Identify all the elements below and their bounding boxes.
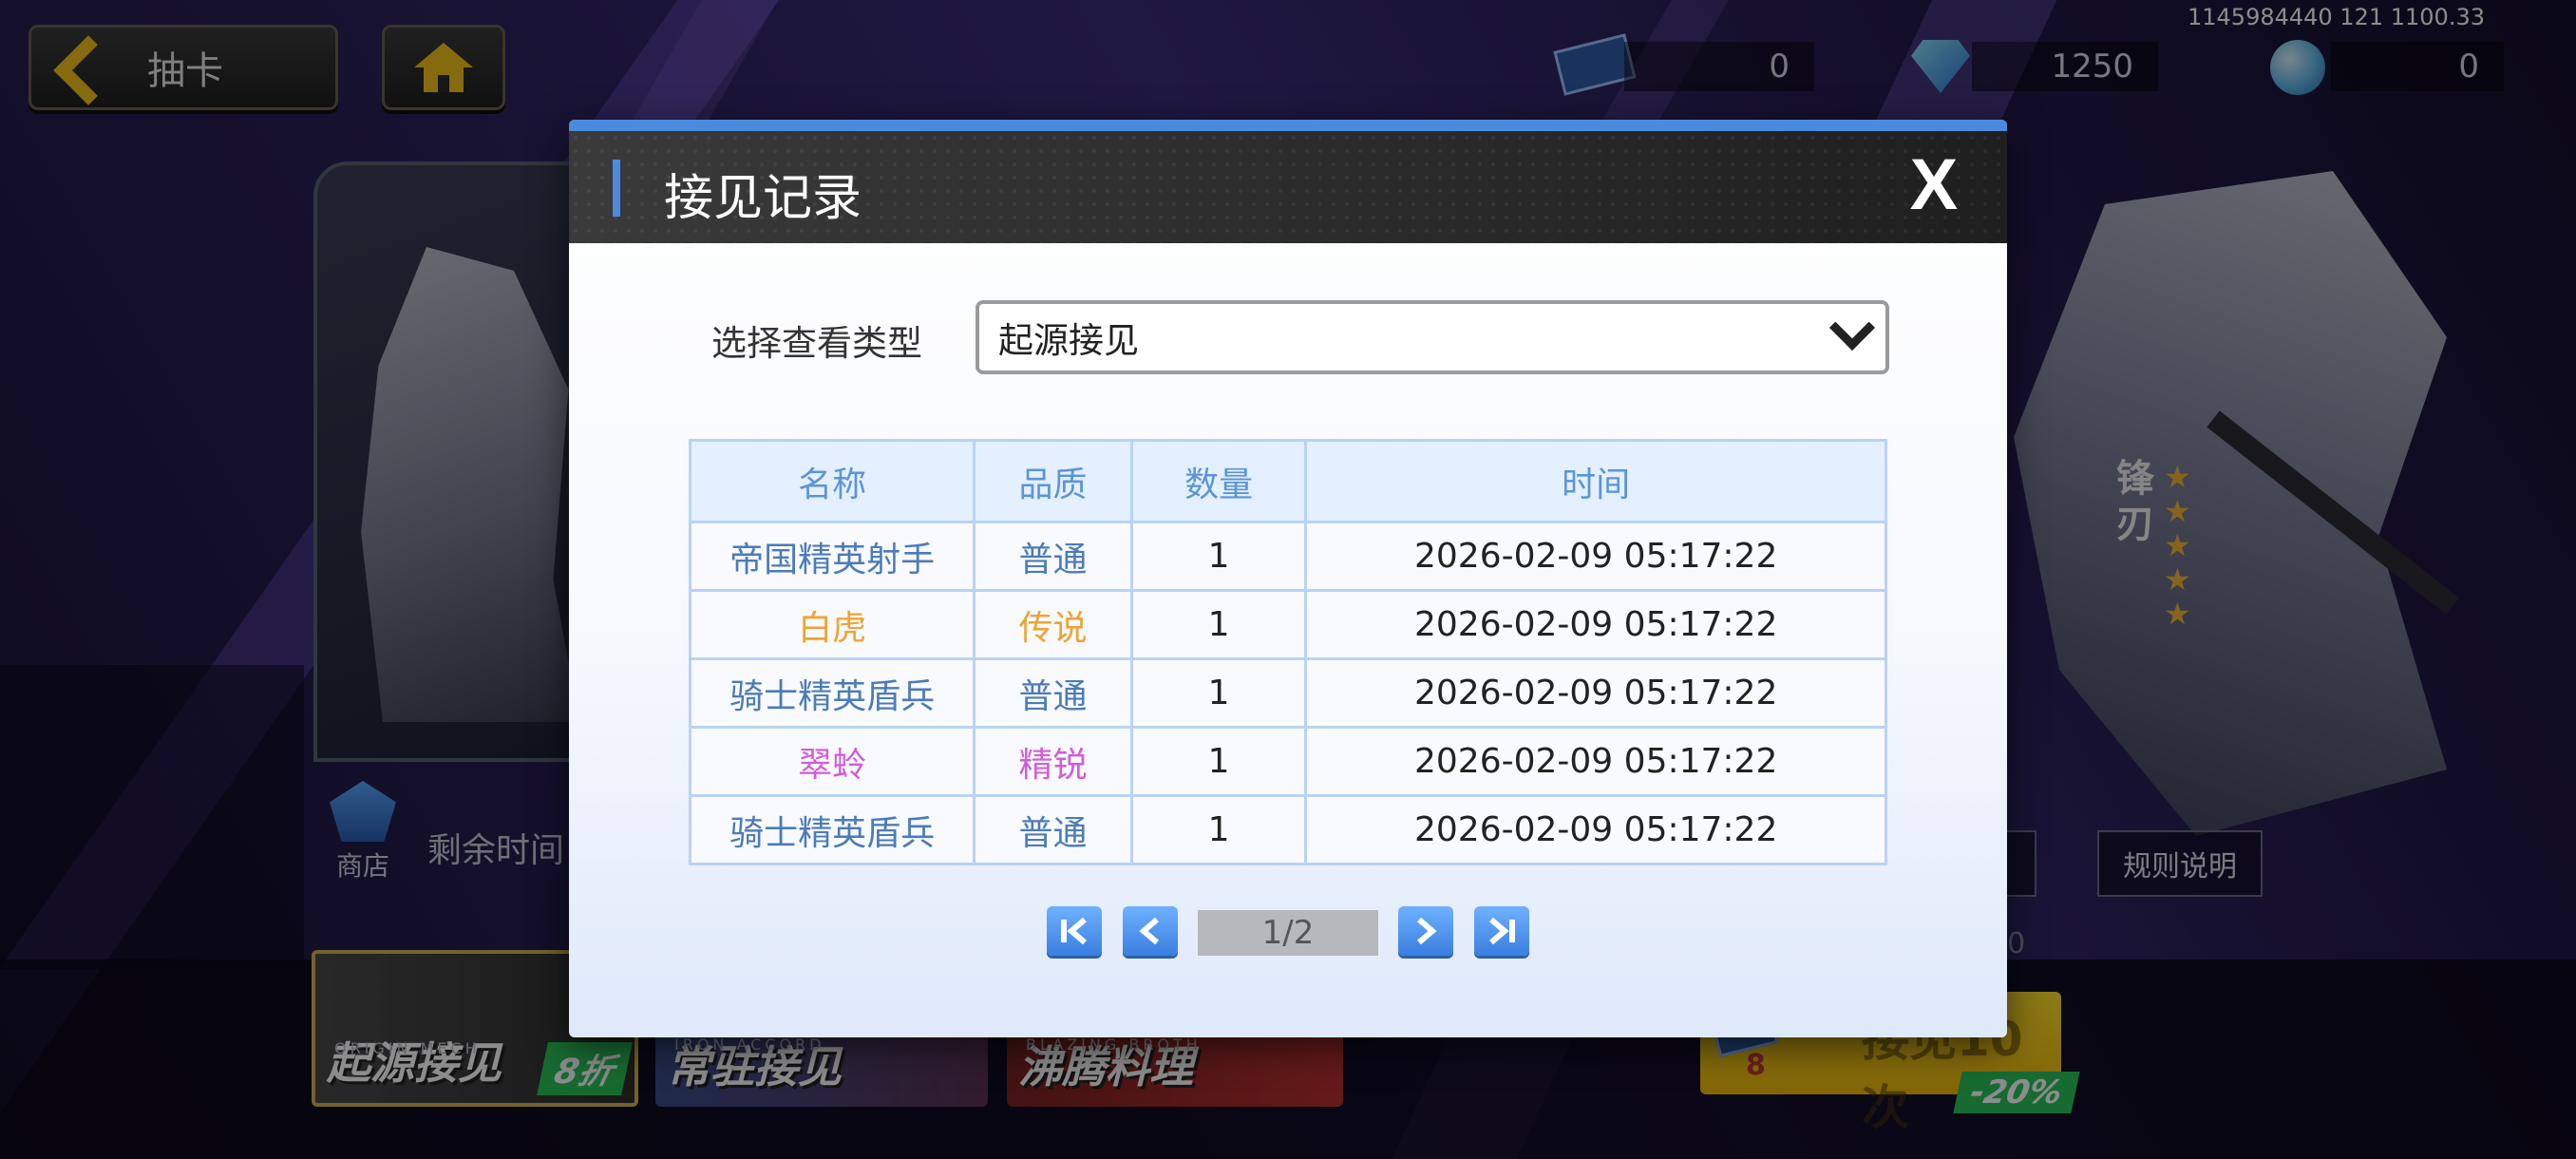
next-page-button[interactable]: [1398, 906, 1453, 956]
table-row: 帝国精英射手 普通 1 2026-02-09 05:17:22: [688, 521, 1887, 592]
cell-name: 白虎: [688, 589, 976, 660]
col-header-quality: 品质: [973, 439, 1133, 523]
cell-name: 骑士精英盾兵: [688, 794, 976, 865]
table-row: 骑士精英盾兵 普通 1 2026-02-09 05:17:22: [688, 794, 1887, 865]
close-button[interactable]: X: [1899, 149, 1969, 221]
cell-quality: 普通: [973, 794, 1133, 865]
last-page-icon: [1489, 917, 1515, 945]
page-indicator: 1/2: [1198, 910, 1378, 956]
col-header-time: 时间: [1304, 439, 1887, 523]
cell-name: 骑士精英盾兵: [688, 657, 976, 729]
cell-time: 2026-02-09 05:17:22: [1304, 521, 1887, 592]
cell-quality: 精锐: [973, 726, 1133, 797]
last-page-button[interactable]: [1474, 906, 1529, 956]
cell-quantity: 1: [1129, 794, 1308, 865]
history-table: 名称 品质 数量 时间 帝国精英射手 普通 1 2026-02-09 05:17…: [688, 439, 1887, 865]
draw-history-dialog: 接见记录 X 选择查看类型 起源接见 名称 品质 数量 时间 帝国精英射手 普通…: [569, 120, 2007, 1037]
cell-quantity: 1: [1129, 589, 1308, 660]
dialog-title: 接见记录: [664, 170, 862, 227]
cell-name: 帝国精英射手: [688, 521, 976, 592]
col-header-name: 名称: [688, 439, 976, 523]
chevron-right-icon: [1417, 917, 1437, 945]
first-page-icon: [1061, 917, 1087, 945]
col-header-quantity: 数量: [1129, 439, 1308, 523]
cell-quantity: 1: [1129, 521, 1308, 592]
cell-time: 2026-02-09 05:17:22: [1304, 589, 1887, 660]
type-select-value: 起源接见: [998, 320, 1139, 361]
dialog-header: 接见记录 X: [569, 120, 2007, 243]
filter-label: 选择查看类型: [711, 323, 922, 364]
chevron-left-icon: [1139, 917, 1159, 945]
prev-page-button[interactable]: [1123, 906, 1178, 956]
cell-quality: 普通: [973, 657, 1133, 729]
type-select-dropdown[interactable]: 起源接见: [975, 300, 1889, 374]
chevron-down-icon: [1828, 304, 1876, 352]
cell-time: 2026-02-09 05:17:22: [1304, 726, 1887, 797]
cell-quality: 传说: [973, 589, 1133, 660]
pagination: 1/2: [569, 906, 2007, 960]
cell-name: 翠蛉: [688, 726, 976, 797]
title-accent-bar: [613, 160, 620, 217]
cell-time: 2026-02-09 05:17:22: [1304, 794, 1887, 865]
cell-quantity: 1: [1129, 657, 1308, 729]
table-row: 翠蛉 精锐 1 2026-02-09 05:17:22: [688, 726, 1887, 797]
cell-time: 2026-02-09 05:17:22: [1304, 657, 1887, 729]
table-row: 白虎 传说 1 2026-02-09 05:17:22: [688, 589, 1887, 660]
cell-quality: 普通: [973, 521, 1133, 592]
cell-quantity: 1: [1129, 726, 1308, 797]
first-page-button[interactable]: [1047, 906, 1102, 956]
table-row: 骑士精英盾兵 普通 1 2026-02-09 05:17:22: [688, 657, 1887, 729]
table-header-row: 名称 品质 数量 时间: [688, 439, 1887, 523]
